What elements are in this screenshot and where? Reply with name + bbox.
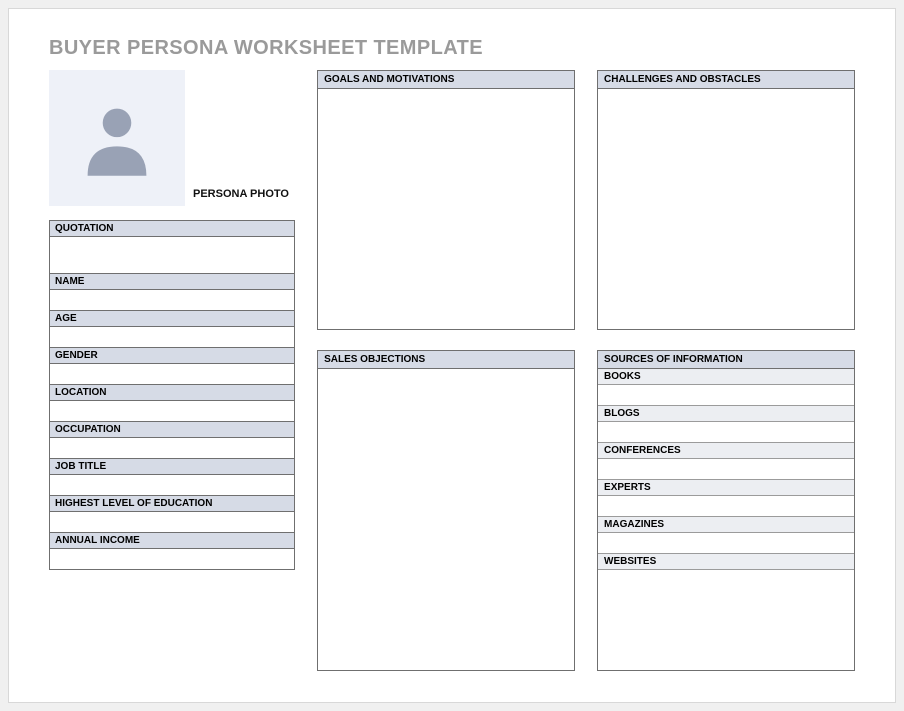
panel-challenges: CHALLENGES AND OBSTACLES [597, 70, 855, 330]
field-location-value[interactable] [50, 401, 294, 421]
field-gender-label: GENDER [50, 348, 294, 364]
panel-goals-label: GOALS AND MOTIVATIONS [318, 71, 574, 89]
field-quotation-label: QUOTATION [50, 221, 294, 237]
sub-blogs-label: BLOGS [598, 405, 854, 422]
field-occupation: OCCUPATION [49, 422, 295, 459]
field-occupation-value[interactable] [50, 438, 294, 458]
sub-magazines-value[interactable] [598, 533, 854, 553]
worksheet-page: BUYER PERSONA WORKSHEET TEMPLATE PERSONA… [8, 8, 896, 703]
panel-objections-label: SALES OBJECTIONS [318, 351, 574, 369]
panel-challenges-label: CHALLENGES AND OBSTACLES [598, 71, 854, 89]
sub-blogs: BLOGS [598, 405, 854, 442]
field-name-value[interactable] [50, 290, 294, 310]
sub-websites: WEBSITES [598, 553, 854, 590]
panel-sources-body: BOOKS BLOGS CONFERENCES EXPERTS [598, 369, 854, 670]
field-age-label: AGE [50, 311, 294, 327]
field-name: NAME [49, 274, 295, 311]
sub-experts-value[interactable] [598, 496, 854, 516]
field-job-title-label: JOB TITLE [50, 459, 294, 475]
field-gender: GENDER [49, 348, 295, 385]
sub-websites-label: WEBSITES [598, 553, 854, 570]
field-job-title-value[interactable] [50, 475, 294, 495]
right-column: CHALLENGES AND OBSTACLES SOURCES OF INFO… [597, 70, 855, 671]
panel-challenges-value[interactable] [598, 89, 854, 329]
field-age: AGE [49, 311, 295, 348]
field-education-label: HIGHEST LEVEL OF EDUCATION [50, 496, 294, 512]
sub-conferences-label: CONFERENCES [598, 442, 854, 459]
field-occupation-label: OCCUPATION [50, 422, 294, 438]
field-education-value[interactable] [50, 512, 294, 532]
left-column: PERSONA PHOTO QUOTATION NAME AGE GENDER [49, 70, 295, 671]
field-name-label: NAME [50, 274, 294, 290]
page-title: BUYER PERSONA WORKSHEET TEMPLATE [49, 37, 855, 60]
field-quotation-value[interactable] [50, 237, 294, 273]
photo-row: PERSONA PHOTO [49, 70, 295, 206]
person-icon [75, 96, 159, 180]
field-income: ANNUAL INCOME [49, 533, 295, 570]
sub-experts-label: EXPERTS [598, 479, 854, 496]
persona-photo-label: PERSONA PHOTO [193, 188, 289, 206]
sub-conferences-value[interactable] [598, 459, 854, 479]
panel-goals-value[interactable] [318, 89, 574, 329]
field-job-title: JOB TITLE [49, 459, 295, 496]
panel-goals: GOALS AND MOTIVATIONS [317, 70, 575, 330]
sub-books-value[interactable] [598, 385, 854, 405]
panel-sources: SOURCES OF INFORMATION BOOKS BLOGS CONFE… [597, 350, 855, 671]
middle-column: GOALS AND MOTIVATIONS SALES OBJECTIONS [317, 70, 575, 671]
field-quotation: QUOTATION [49, 220, 295, 274]
panel-objections-value[interactable] [318, 369, 574, 670]
field-gender-value[interactable] [50, 364, 294, 384]
field-age-value[interactable] [50, 327, 294, 347]
field-income-value[interactable] [50, 549, 294, 569]
sub-experts: EXPERTS [598, 479, 854, 516]
panel-objections: SALES OBJECTIONS [317, 350, 575, 671]
panel-sources-label: SOURCES OF INFORMATION [598, 351, 854, 369]
field-education: HIGHEST LEVEL OF EDUCATION [49, 496, 295, 533]
persona-photo-placeholder [49, 70, 185, 206]
sub-magazines-label: MAGAZINES [598, 516, 854, 533]
sub-books-label: BOOKS [598, 369, 854, 385]
field-location-label: LOCATION [50, 385, 294, 401]
sub-blogs-value[interactable] [598, 422, 854, 442]
sub-conferences: CONFERENCES [598, 442, 854, 479]
sub-websites-value[interactable] [598, 570, 854, 590]
sub-magazines: MAGAZINES [598, 516, 854, 553]
left-fields: QUOTATION NAME AGE GENDER LOCATION [49, 220, 295, 570]
sub-books: BOOKS [598, 369, 854, 405]
field-income-label: ANNUAL INCOME [50, 533, 294, 549]
field-location: LOCATION [49, 385, 295, 422]
columns: PERSONA PHOTO QUOTATION NAME AGE GENDER [49, 70, 855, 671]
